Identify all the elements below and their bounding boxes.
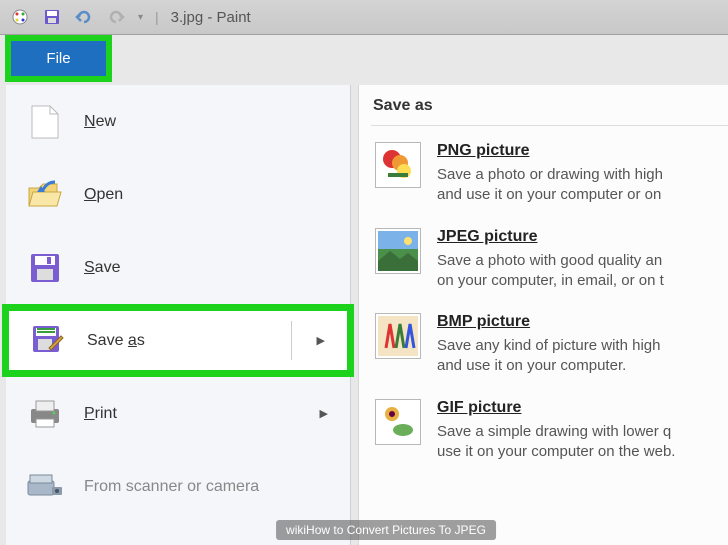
format-text: GIF picture Save a simple drawing with l… [437, 399, 724, 463]
menu-item-new[interactable]: New [6, 85, 350, 158]
format-desc: and use it on your computer or on [437, 185, 724, 205]
save-as-icon [29, 322, 67, 360]
customize-qat-icon[interactable]: ▾ [138, 12, 143, 23]
format-desc: use it on your computer on the web. [437, 442, 724, 462]
submenu-header: Save as [371, 97, 728, 126]
menu-label-print: Print [84, 405, 117, 423]
menu-label-save: Save [84, 259, 120, 277]
save-floppy-icon [26, 249, 64, 287]
format-desc: Save a simple drawing with lower q [437, 422, 724, 442]
format-title: JPEG picture [437, 228, 724, 246]
format-title: BMP picture [437, 313, 724, 331]
menu-item-print[interactable]: Print ▶ [6, 377, 350, 450]
format-desc: Save a photo or drawing with high [437, 165, 724, 185]
format-text: PNG picture Save a photo or drawing with… [437, 142, 724, 206]
format-desc: on your computer, in email, or on t [437, 271, 724, 291]
window-title: 3.jpg - Paint [171, 9, 251, 26]
title-separator: | [155, 9, 159, 25]
undo-icon[interactable] [74, 7, 94, 27]
menu-item-save-as[interactable]: Save as ▶ [2, 304, 354, 377]
menu-item-open[interactable]: Open [6, 158, 350, 231]
scanner-icon [26, 468, 64, 506]
format-desc: and use it on your computer. [437, 356, 724, 376]
menu-label-open: Open [84, 186, 123, 204]
format-item-gif[interactable]: GIF picture Save a simple drawing with l… [371, 391, 728, 477]
save-as-submenu: Save as PNG picture Save a photo or draw… [358, 85, 728, 545]
menu-item-save[interactable]: Save [6, 231, 350, 304]
format-item-png[interactable]: PNG picture Save a photo or drawing with… [371, 134, 728, 220]
menu-label-new: New [84, 113, 116, 131]
new-file-icon [26, 103, 64, 141]
gif-thumb-icon [375, 399, 421, 445]
format-item-bmp[interactable]: BMP picture Save any kind of picture wit… [371, 305, 728, 391]
quick-access-toolbar: ▾ | 3.jpg - Paint [0, 0, 728, 35]
watermark: wikiHow to Convert Pictures To JPEG [276, 520, 496, 540]
submenu-arrow-icon: ▶ [320, 407, 328, 420]
format-desc: Save any kind of picture with high [437, 336, 724, 356]
format-title: PNG picture [437, 142, 724, 160]
format-desc: Save a photo with good quality an [437, 251, 724, 271]
split-divider [291, 321, 292, 360]
paint-app-icon [10, 7, 30, 27]
format-text: JPEG picture Save a photo with good qual… [437, 228, 724, 292]
menu-label-save-as: Save as [87, 332, 145, 350]
menu-item-scanner[interactable]: From scanner or camera [6, 450, 350, 523]
file-tab[interactable]: File [5, 35, 112, 82]
redo-icon[interactable] [106, 7, 126, 27]
file-menu-panel: New Open Save Save as ▶ Print ▶ From sca… [6, 85, 351, 545]
png-thumb-icon [375, 142, 421, 188]
menu-label-scanner: From scanner or camera [84, 478, 259, 496]
bmp-thumb-icon [375, 313, 421, 359]
printer-icon [26, 395, 64, 433]
format-title: GIF picture [437, 399, 724, 417]
file-tab-label: File [46, 50, 70, 67]
jpeg-thumb-icon [375, 228, 421, 274]
format-item-jpeg[interactable]: JPEG picture Save a photo with good qual… [371, 220, 728, 306]
open-folder-icon [26, 176, 64, 214]
submenu-arrow-icon: ▶ [317, 334, 325, 347]
format-text: BMP picture Save any kind of picture wit… [437, 313, 724, 377]
save-icon[interactable] [42, 7, 62, 27]
